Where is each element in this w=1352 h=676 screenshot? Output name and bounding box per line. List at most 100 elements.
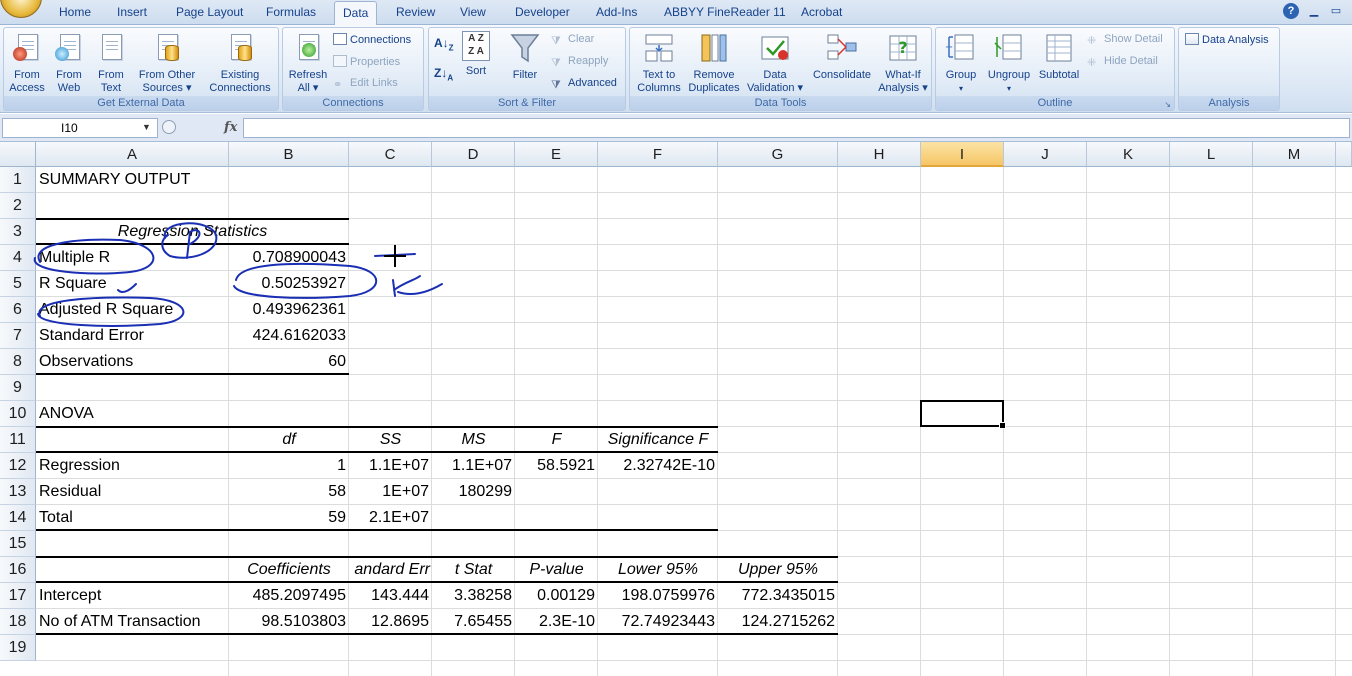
column-header-l[interactable]: L xyxy=(1170,142,1253,167)
cell-anova-value[interactable]: 2.1E+07 xyxy=(349,505,432,531)
row-header-1[interactable]: 1 xyxy=(0,167,36,193)
subtotal-button[interactable]: Subtotal xyxy=(1036,31,1082,82)
cell-stat-value[interactable]: 424.6162033 xyxy=(229,323,349,349)
cell-regression-statistics-header[interactable]: Regression Statistics xyxy=(36,219,349,245)
advanced-button[interactable]: ⧩ Advanced xyxy=(551,77,617,91)
help-icon[interactable]: ? xyxy=(1283,3,1299,19)
cell-anova-value[interactable]: 1.1E+07 xyxy=(349,453,432,479)
column-header-g[interactable]: G xyxy=(718,142,838,167)
tab-developer[interactable]: Developer xyxy=(515,5,570,19)
cell-coef-value[interactable]: 2.3E-10 xyxy=(515,609,598,635)
column-header-k[interactable]: K xyxy=(1087,142,1170,167)
data-validation-button[interactable]: Data Validation ▾ xyxy=(743,31,807,95)
column-header-a[interactable]: A xyxy=(36,142,229,167)
active-cell-i10[interactable] xyxy=(920,400,1006,429)
dialog-launcher-icon[interactable]: ↘ xyxy=(1164,100,1171,109)
cell-anova-header[interactable]: MS xyxy=(432,427,515,453)
hide-detail-button[interactable]: ⁜ Hide Detail xyxy=(1087,55,1158,69)
cell-anova-value[interactable] xyxy=(515,505,598,531)
cell-coef-header[interactable]: P-value xyxy=(515,557,598,583)
tab-page-layout[interactable]: Page Layout xyxy=(176,5,243,19)
cell-anova-value[interactable]: 180299 xyxy=(432,479,515,505)
show-detail-button[interactable]: ⁜ Show Detail xyxy=(1087,33,1163,47)
cell-anova-title[interactable]: ANOVA xyxy=(36,401,229,427)
cell-anova-value[interactable]: 58.5921 xyxy=(515,453,598,479)
cell-anova-value[interactable]: 58 xyxy=(229,479,349,505)
column-header-d[interactable]: D xyxy=(432,142,515,167)
cell-coef-row-label[interactable]: No of ATM Transaction xyxy=(36,609,229,635)
cell-stat-label[interactable]: Standard Error xyxy=(36,323,229,349)
column-header-e[interactable]: E xyxy=(515,142,598,167)
cell-anova-value[interactable]: 1 xyxy=(229,453,349,479)
cell-coef-header[interactable]: t Stat xyxy=(432,557,515,583)
tab-add-ins[interactable]: Add-Ins xyxy=(596,5,637,19)
select-all-corner[interactable] xyxy=(0,142,36,167)
insert-function-icon[interactable]: fx xyxy=(224,120,237,135)
tab-review[interactable]: Review xyxy=(396,5,435,19)
tab-acrobat[interactable]: Acrobat xyxy=(801,5,842,19)
row-header-14[interactable]: 14 xyxy=(0,505,36,531)
cell-stat-label[interactable]: R Square xyxy=(36,271,229,297)
connections-button[interactable]: Connections xyxy=(333,33,411,46)
cell-anova-value[interactable] xyxy=(598,505,718,531)
cell-anova-header[interactable]: SS xyxy=(349,427,432,453)
row-header-16[interactable]: 16 xyxy=(0,557,36,583)
row-header-7[interactable]: 7 xyxy=(0,323,36,349)
cell-coef-header[interactable]: Upper 95% xyxy=(718,557,838,583)
column-header-b[interactable]: B xyxy=(229,142,349,167)
data-analysis-button[interactable]: Data Analysis xyxy=(1185,33,1269,46)
cell-coef-value[interactable]: 3.38258 xyxy=(432,583,515,609)
row-header-9[interactable]: 9 xyxy=(0,375,36,401)
row-header-17[interactable]: 17 xyxy=(0,583,36,609)
cell-anova-value[interactable]: 59 xyxy=(229,505,349,531)
column-header-i[interactable]: I xyxy=(921,142,1004,167)
refresh-all-button[interactable]: Refresh All ▾ xyxy=(286,31,330,95)
worksheet-grid[interactable]: A B C D E F G H I J K L M 1 2 3 4 5 6 7 8 9 10 11 12 13 14 15 16 17 18… xyxy=(0,142,1352,676)
cell-anova-value[interactable] xyxy=(432,505,515,531)
cell-anova-row-label[interactable]: Total xyxy=(36,505,229,531)
sort-button[interactable]: A ZZ A Sort xyxy=(458,31,494,78)
cell-coef-value[interactable]: 772.3435015 xyxy=(718,583,838,609)
column-header-h[interactable]: H xyxy=(838,142,921,167)
cell-coef-value[interactable]: 12.8695 xyxy=(349,609,432,635)
cell-anova-value[interactable] xyxy=(598,479,718,505)
cell-stat-value[interactable]: 0.50253927 xyxy=(229,271,349,297)
cell-coef-value[interactable]: 198.0759976 xyxy=(598,583,718,609)
reapply-button[interactable]: ⧩ Reapply xyxy=(551,55,608,69)
cell-coef-value[interactable]: 72.74923443 xyxy=(598,609,718,635)
cell-anova-row-label[interactable]: Regression xyxy=(36,453,229,479)
filter-button[interactable]: Filter xyxy=(505,31,545,82)
from-access-button[interactable]: From Access xyxy=(7,31,47,95)
cell-anova-row-label[interactable]: Residual xyxy=(36,479,229,505)
cell-anova-value[interactable]: 2.32742E-10 xyxy=(598,453,718,479)
row-header-2[interactable]: 2 xyxy=(0,193,36,219)
remove-duplicates-button[interactable]: Remove Duplicates xyxy=(686,31,742,95)
cell-coef-value[interactable]: 124.2715262 xyxy=(718,609,838,635)
row-header-8[interactable]: 8 xyxy=(0,349,36,375)
group-button[interactable]: + Group ▾ xyxy=(939,31,983,95)
cell-anova-value[interactable]: 1.1E+07 xyxy=(432,453,515,479)
row-header-3[interactable]: 3 xyxy=(0,219,36,245)
tab-home[interactable]: Home xyxy=(59,5,91,19)
column-header-c[interactable]: C xyxy=(349,142,432,167)
ungroup-button[interactable]: Ungroup ▾ xyxy=(984,31,1034,95)
tab-insert[interactable]: Insert xyxy=(117,5,147,19)
cell-coef-value[interactable]: 143.444 xyxy=(349,583,432,609)
text-to-columns-button[interactable]: Text to Columns xyxy=(633,31,685,95)
row-header-6[interactable]: 6 xyxy=(0,297,36,323)
cell-coef-header[interactable]: andard Err xyxy=(349,557,432,583)
cell-coef-header[interactable]: Coefficients xyxy=(229,557,349,583)
existing-connections-button[interactable]: Existing Connections xyxy=(204,31,276,95)
clear-button[interactable]: ⧩ Clear xyxy=(551,33,594,47)
cell-anova-value[interactable]: 1E+07 xyxy=(349,479,432,505)
from-text-button[interactable]: From Text xyxy=(91,31,131,95)
cell-coef-value[interactable]: 0.00129 xyxy=(515,583,598,609)
row-header-4[interactable]: 4 xyxy=(0,245,36,271)
cell-coef-header[interactable]: Lower 95% xyxy=(598,557,718,583)
what-if-analysis-button[interactable]: ? What-If Analysis ▾ xyxy=(877,31,929,95)
formula-bar-expand-icon[interactable] xyxy=(162,120,176,134)
column-header-m[interactable]: M xyxy=(1253,142,1336,167)
cell-coef-value[interactable]: 7.65455 xyxy=(432,609,515,635)
properties-button[interactable]: Properties xyxy=(333,55,400,68)
sort-descending-icon[interactable]: Z↓A xyxy=(434,66,453,82)
